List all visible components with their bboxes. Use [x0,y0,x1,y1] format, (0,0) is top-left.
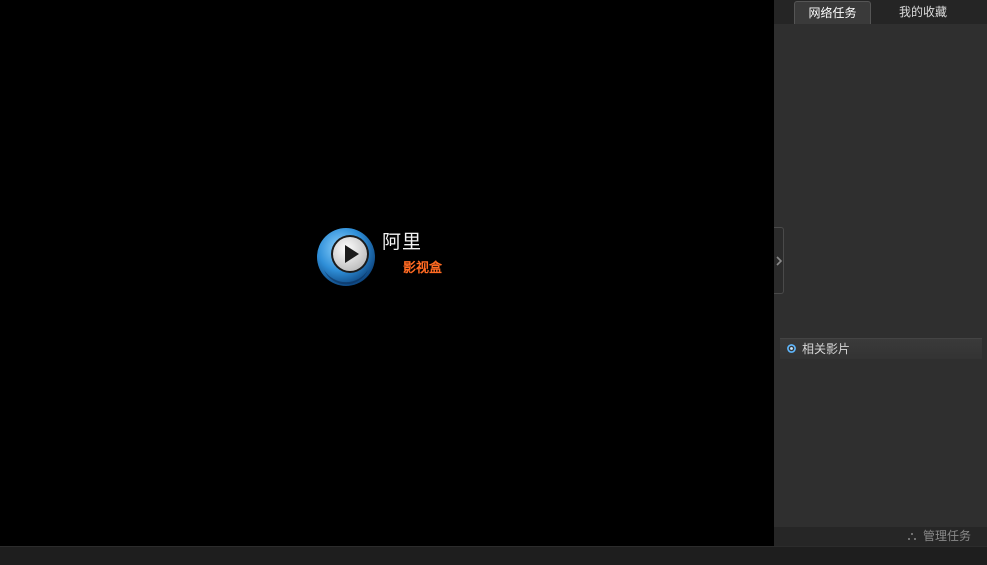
sidebar-tabbar: 网络任务 我的收藏 [774,0,987,24]
tab-my-favorites[interactable]: 我的收藏 [882,1,964,24]
play-circle-icon [317,228,375,286]
bottom-control-bar [0,546,987,565]
player-window: 阿里 影视盒 网络任务 我的收藏 相关影片 管理任务 [0,0,987,565]
sidebar-footer: 管理任务 [774,527,987,546]
bullet-ring-icon [787,344,796,353]
sidebar: 网络任务 我的收藏 相关影片 管理任务 [774,0,987,546]
chevron-right-icon [776,256,783,266]
manage-tasks-label: 管理任务 [922,529,971,543]
tab-network-tasks[interactable]: 网络任务 [794,1,871,24]
sidebar-collapse-handle[interactable] [774,227,784,294]
brand-name: 阿里 [382,231,423,253]
dots-icon [907,532,916,540]
manage-tasks-button[interactable]: 管理任务 [907,528,971,545]
video-area[interactable]: 阿里 影视盒 [0,0,774,546]
brand-subtitle: 影视盒 [403,261,443,276]
related-movies-label: 相关影片 [802,342,851,356]
brand-logo: 阿里 影视盒 [316,226,456,288]
related-movies-header[interactable]: 相关影片 [780,338,982,359]
